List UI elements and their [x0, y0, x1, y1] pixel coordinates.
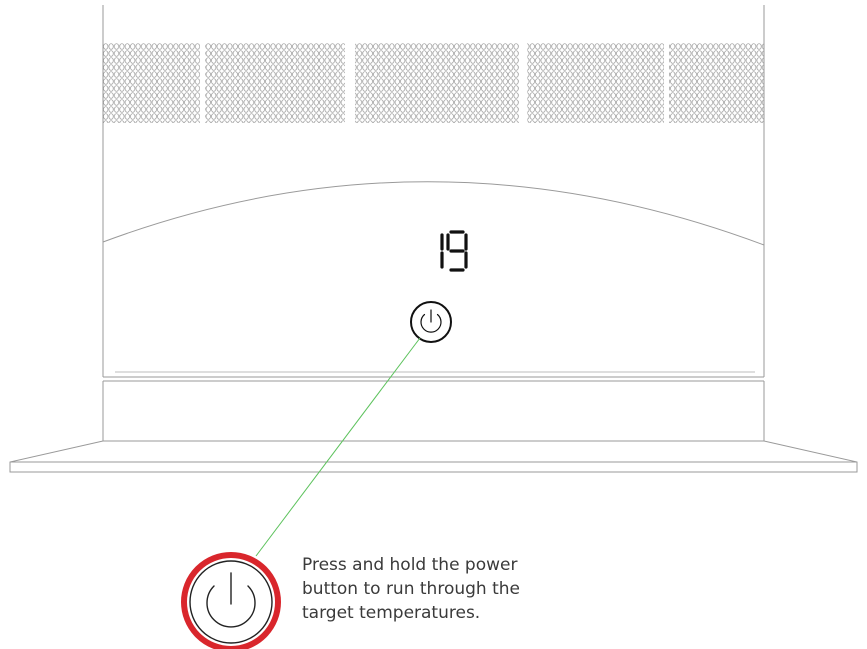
vent-section — [669, 43, 764, 123]
vent-section — [103, 43, 200, 123]
callout-power-button — [181, 552, 281, 649]
caption-line: target temperatures. — [302, 603, 481, 623]
power-button[interactable] — [410, 301, 452, 343]
callout-caption: Press and hold the power button to run t… — [302, 553, 552, 625]
vent-section — [527, 43, 664, 123]
control-panel-arch — [102, 181, 765, 246]
leader-line — [255, 337, 421, 557]
vent-grille — [103, 43, 764, 123]
heater-base — [9, 380, 858, 473]
heater-diagram: 19 — [9, 5, 858, 649]
vent-section — [205, 43, 345, 123]
temperature-display — [440, 230, 468, 272]
vent-section — [355, 43, 519, 123]
caption-line: Press and hold the power — [302, 555, 518, 575]
caption-line: button to run through the — [302, 579, 520, 599]
